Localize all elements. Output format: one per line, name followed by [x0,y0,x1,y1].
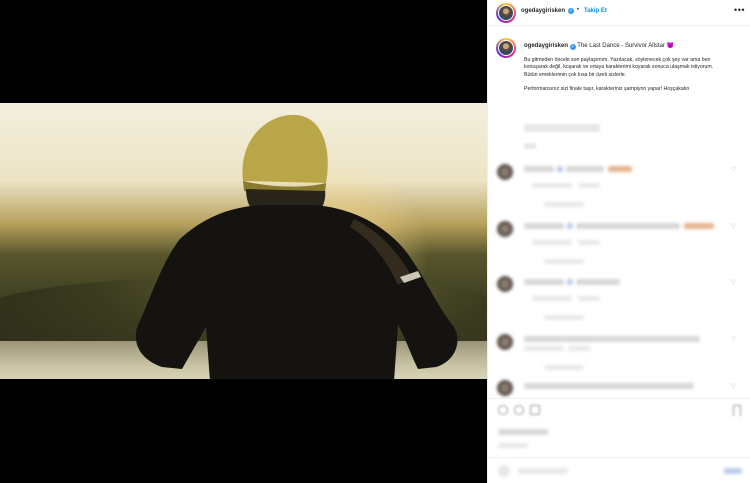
man-silhouette [135,114,458,379]
like-icon[interactable] [498,405,508,415]
post-header: ogedaygirisken ✓ • Takip Et ••• [488,0,750,26]
author-avatar[interactable] [496,3,516,23]
caption-paragraph-2: Performansınız sizi finale taşır, karakt… [524,86,690,93]
caption-body: Bu gitmeden önceki son paylaşımım. Yazıl… [524,57,716,101]
comment-3-heart-icon[interactable]: ♡ [731,279,736,286]
caption-title-line: ogedaygirisken ✓ The Last Dance - Surviv… [524,42,734,50]
caption-username[interactable]: ogedaygirisken [524,43,568,49]
add-comment-bar[interactable] [488,457,750,483]
caption-avatar[interactable] [496,38,516,58]
verified-badge-icon: ✓ [568,8,574,14]
post-footer [488,398,750,483]
save-icon[interactable] [733,405,741,416]
comment-5-heart-icon[interactable]: ♡ [731,383,736,390]
separator-dot: • [577,7,580,13]
comment-1-heart-icon[interactable]: ♡ [731,166,736,173]
caption-verified-icon: ✓ [569,44,576,50]
comment-2-heart-icon[interactable]: ♡ [731,223,736,230]
share-icon[interactable] [530,405,540,415]
more-options-icon[interactable]: ••• [734,5,745,15]
post-photo[interactable] [0,103,487,379]
post-sidebar: ogedaygirisken ✓ • Takip Et ••• ogedaygi… [487,0,750,483]
post-media [0,0,487,483]
author-username[interactable]: ogedaygirisken [521,8,565,14]
comment-icon[interactable] [514,405,524,415]
devil-emoji-icon: 😈 [666,43,675,49]
action-bar [498,405,540,415]
comment-4-heart-icon[interactable]: ♡ [731,336,736,343]
caption-paragraph-1: Bu gitmeden önceki son paylaşımım. Yazıl… [524,57,714,78]
caption-title: The Last Dance - Survivor Allstar [577,43,665,49]
follow-button[interactable]: Takip Et [584,8,607,14]
